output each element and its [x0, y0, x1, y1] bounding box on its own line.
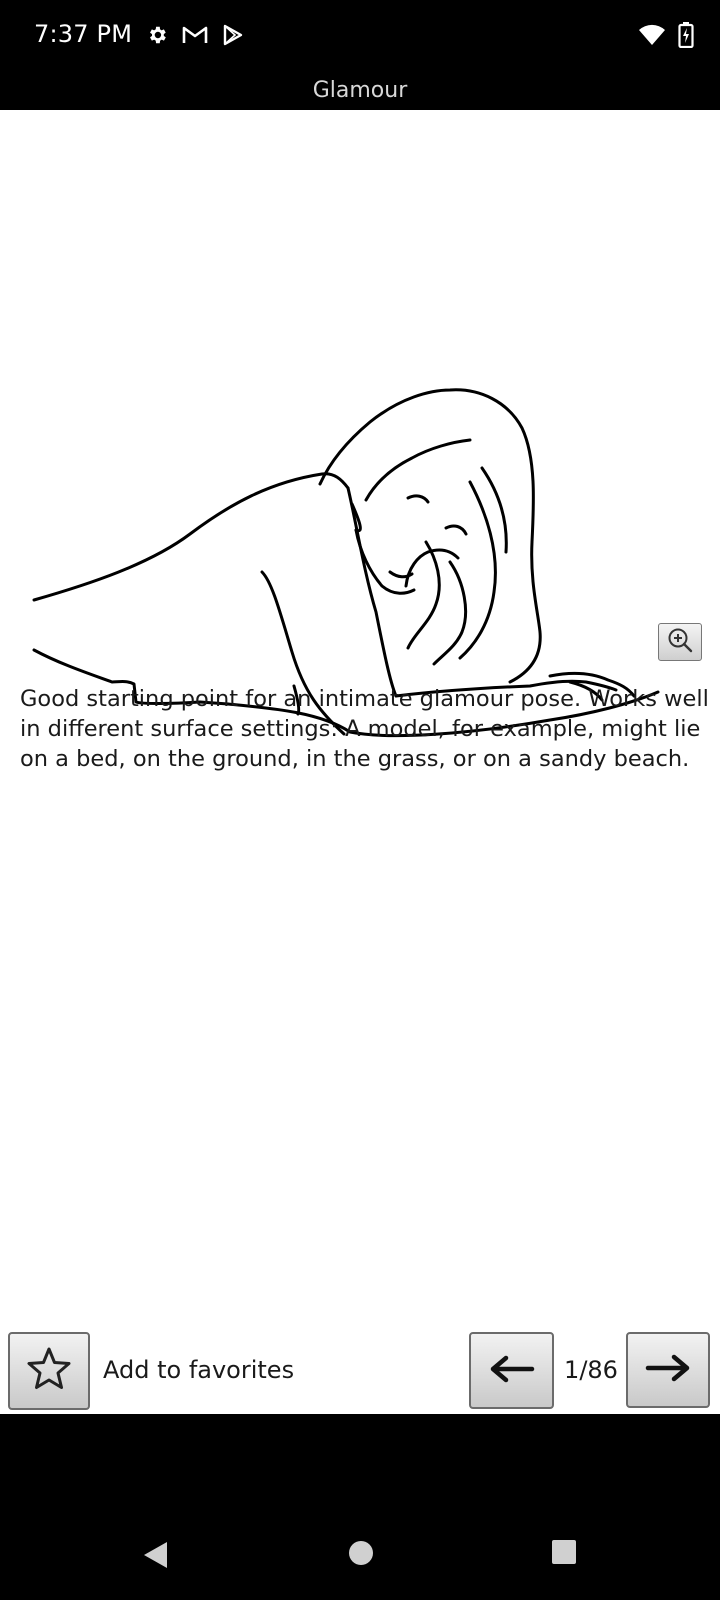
back-icon [141, 1540, 169, 1574]
title-bar: Glamour [0, 76, 720, 110]
recents-button[interactable] [550, 1540, 578, 1568]
star-icon [24, 1344, 74, 1398]
add-to-favorites-label[interactable]: Add to favorites [103, 1356, 294, 1384]
page-counter: 1/86 [564, 1356, 618, 1384]
pose-description: Good starting point for an intimate glam… [20, 686, 709, 772]
next-pose-button[interactable] [626, 1332, 710, 1408]
app-screen: 7:37 PM Glamour Good starting point for … [0, 0, 720, 1600]
back-button[interactable] [138, 1540, 172, 1574]
recents-icon [551, 1539, 577, 1569]
battery-charging-icon [678, 22, 694, 52]
system-icons [638, 22, 694, 52]
zoom-button[interactable] [658, 623, 702, 661]
status-bar: 7:37 PM [0, 0, 720, 76]
zoom-in-icon [666, 626, 694, 658]
arrow-right-icon [644, 1353, 692, 1387]
gmail-icon [182, 25, 208, 49]
add-to-favorites-button[interactable] [8, 1332, 90, 1410]
home-icon [348, 1540, 374, 1570]
wifi-icon [638, 24, 666, 50]
system-nav-bar [0, 1414, 720, 1600]
notification-icons [146, 24, 244, 50]
arrow-left-icon [488, 1354, 536, 1388]
page-title: Glamour [312, 78, 408, 103]
play-store-icon [222, 24, 244, 50]
previous-pose-button[interactable] [469, 1332, 554, 1409]
pose-content: Good starting point for an intimate glam… [0, 110, 720, 1414]
pose-illustration [32, 388, 660, 738]
status-time: 7:37 PM [34, 20, 133, 48]
home-button[interactable] [346, 1540, 376, 1570]
settings-icon [146, 24, 168, 50]
